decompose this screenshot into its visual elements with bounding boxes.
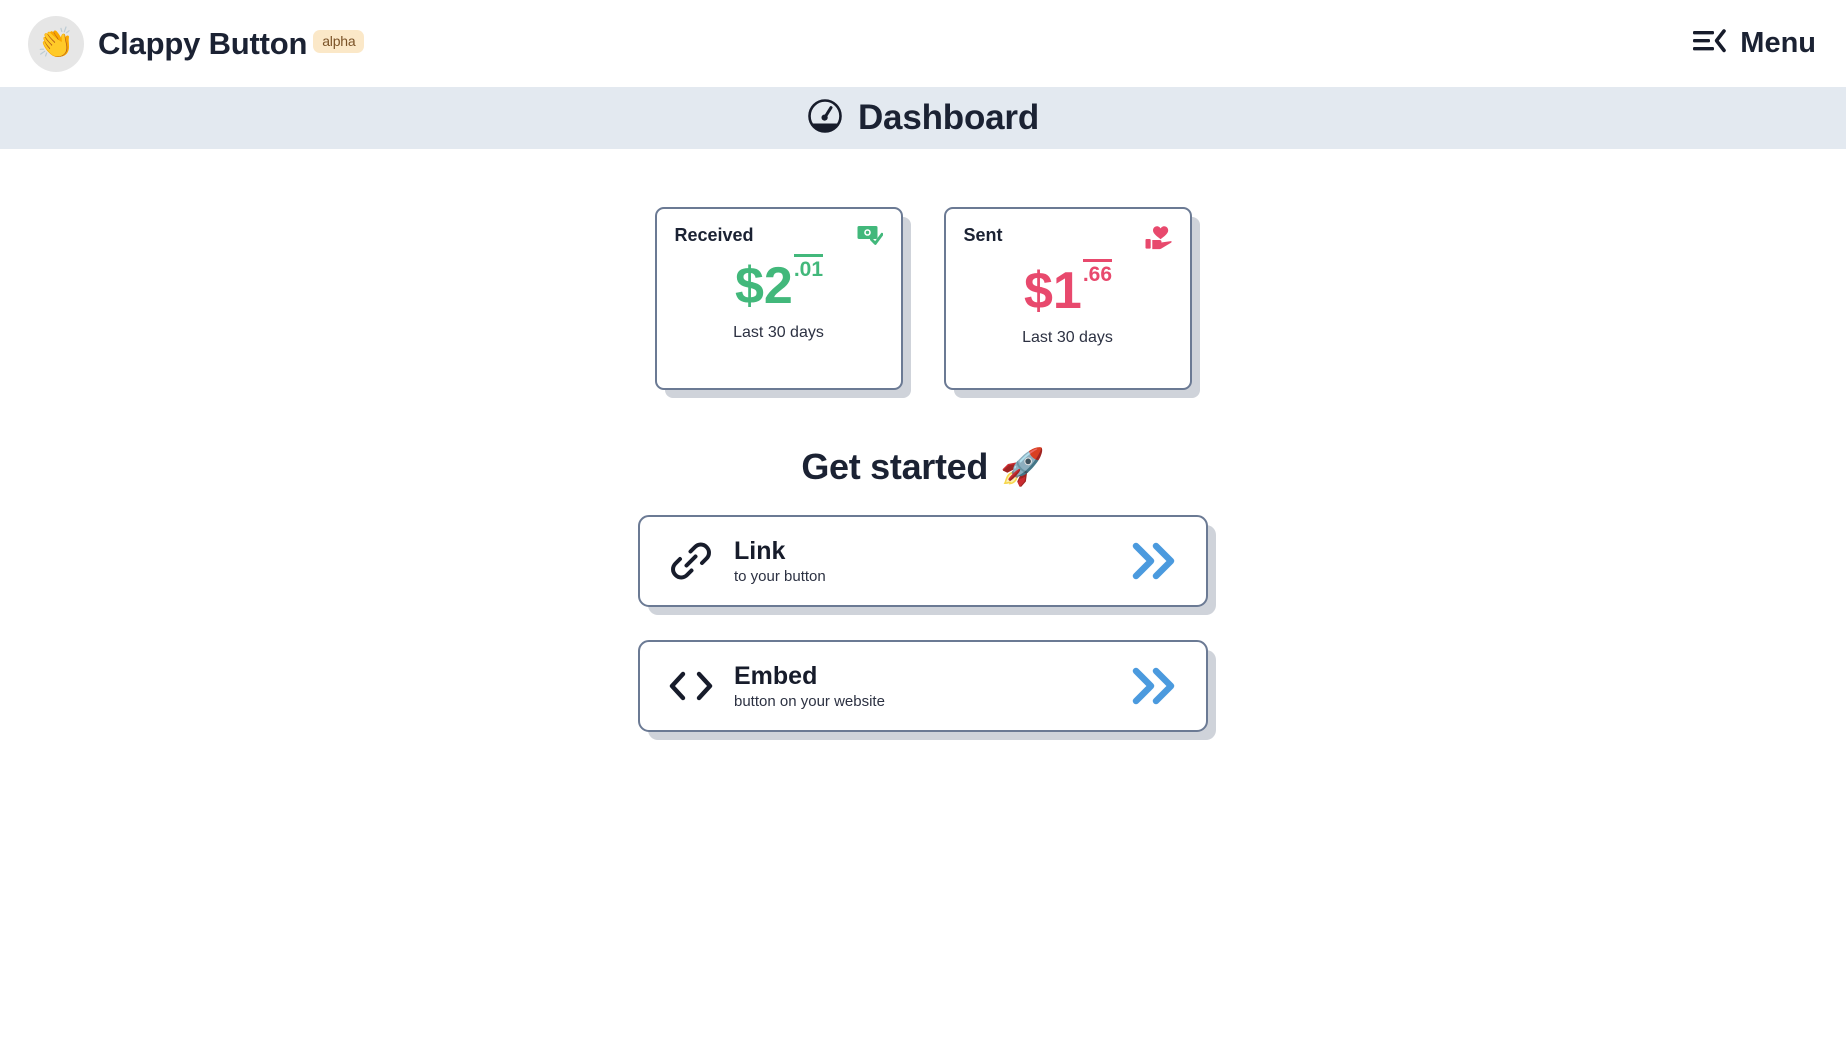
stat-currency-sent: $ [1023, 262, 1053, 320]
stat-whole-received: 2 [763, 257, 793, 315]
clapping-hands-icon: 👏 [28, 15, 84, 72]
code-brackets-icon [664, 668, 718, 704]
stat-period-sent: Last 30 days [1022, 329, 1113, 346]
stat-cents-sent: .66 [1082, 258, 1113, 286]
action-title-link: Link [734, 536, 786, 565]
main-content: Received $2.01 Last 30 days Sent $1.66 L… [0, 149, 1846, 732]
stat-whole-sent: 1 [1052, 262, 1082, 320]
stat-amount-sent: $1.66 [1023, 258, 1113, 320]
double-chevron-right-icon[interactable] [1128, 663, 1184, 709]
top-bar: 👏 Clappy Button alpha Menu [0, 0, 1846, 87]
action-title-embed: Embed [734, 661, 818, 690]
brand[interactable]: 👏 Clappy Button alpha [28, 15, 365, 72]
alpha-badge: alpha [313, 29, 365, 53]
get-started-heading-text: Get started [801, 446, 989, 487]
stats-row: Received $2.01 Last 30 days Sent $1.66 L… [654, 207, 1192, 390]
action-row-embed[interactable]: Embed button on your website [638, 640, 1208, 732]
action-text-embed: Embed button on your website [734, 662, 1128, 711]
gauge-icon [807, 98, 843, 139]
hamburger-chevron-left-icon [1693, 28, 1727, 59]
stat-card-sent[interactable]: Sent $1.66 Last 30 days [943, 207, 1192, 390]
action-text-link: Link to your button [734, 537, 1128, 586]
action-subtitle-embed: button on your website [734, 693, 885, 711]
stat-amount-wrap-received: $2.01 [675, 253, 883, 315]
page-title-band: Dashboard [0, 87, 1846, 149]
double-chevron-right-icon[interactable] [1128, 538, 1184, 584]
stat-card-header: Sent [964, 225, 1172, 255]
chain-link-icon [664, 538, 718, 584]
get-started-heading: Get started 🚀 [801, 446, 1045, 488]
stat-amount-wrap-sent: $1.66 [964, 258, 1172, 320]
action-subtitle-link: to your button [734, 568, 826, 586]
stat-currency-received: $ [734, 257, 764, 315]
stat-card-header: Received [675, 225, 883, 250]
page-title: Dashboard [857, 98, 1039, 137]
stat-label-received: Received [674, 225, 754, 245]
brand-name-text: Clappy Button [98, 25, 308, 61]
stat-label-sent: Sent [963, 225, 1003, 245]
menu-label: Menu [1740, 27, 1816, 59]
stat-amount-received: $2.01 [734, 253, 824, 315]
menu-button[interactable]: Menu [1689, 21, 1820, 66]
brand-name: Clappy Button alpha [98, 25, 365, 62]
stat-period-received: Last 30 days [733, 324, 824, 341]
hand-holding-heart-icon [1145, 225, 1172, 255]
rocket-icon: 🚀 [1000, 446, 1045, 487]
stat-cents-received: .01 [793, 253, 824, 281]
action-list: Link to your button Embed button on your… [638, 515, 1208, 732]
stat-card-received[interactable]: Received $2.01 Last 30 days [654, 207, 903, 390]
money-check-icon [857, 225, 883, 250]
clapping-hands-glyph: 👏 [37, 26, 75, 60]
action-row-link[interactable]: Link to your button [638, 515, 1208, 607]
